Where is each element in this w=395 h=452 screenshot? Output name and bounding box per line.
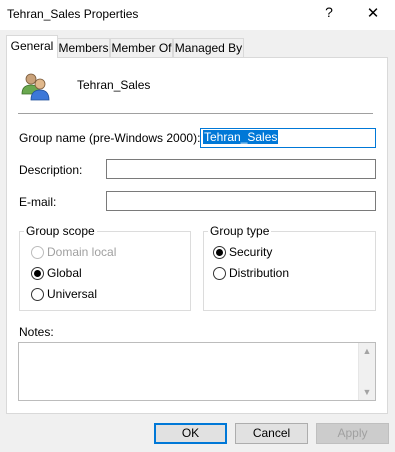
radio-label: Domain local bbox=[47, 245, 117, 259]
tab-general[interactable]: General bbox=[6, 35, 58, 58]
radio-circle bbox=[31, 266, 44, 280]
tab-managed-by[interactable]: Managed By bbox=[173, 38, 244, 58]
cancel-button[interactable]: Cancel bbox=[235, 423, 308, 444]
email-field[interactable] bbox=[106, 191, 376, 211]
apply-button[interactable]: Apply bbox=[316, 423, 389, 444]
scroll-down-icon[interactable]: ▼ bbox=[359, 384, 375, 400]
group-name-field[interactable]: Tehran_Sales bbox=[200, 128, 376, 148]
help-icon[interactable]: ? bbox=[322, 4, 336, 24]
scroll-up-icon[interactable]: ▲ bbox=[359, 343, 375, 359]
radio-security[interactable]: Security bbox=[213, 244, 272, 260]
description-field[interactable] bbox=[106, 159, 376, 179]
radio-label: Security bbox=[229, 245, 273, 259]
group-name-value: Tehran_Sales bbox=[203, 130, 279, 144]
radio-domain-local[interactable]: Domain local bbox=[31, 244, 116, 260]
radio-label: Distribution bbox=[229, 266, 290, 280]
group-scope-legend: Group scope bbox=[24, 224, 97, 238]
notes-textarea[interactable]: ▲ ▼ bbox=[18, 342, 376, 401]
radio-circle bbox=[213, 266, 226, 280]
description-label: Description: bbox=[19, 163, 83, 177]
notes-scrollbar[interactable]: ▲ ▼ bbox=[358, 343, 375, 400]
group-icon bbox=[19, 70, 51, 102]
radio-label: Universal bbox=[47, 287, 98, 301]
separator bbox=[18, 113, 373, 114]
radio-label: Global bbox=[47, 266, 82, 280]
ok-button[interactable]: OK bbox=[154, 423, 227, 444]
group-display-name: Tehran_Sales bbox=[77, 78, 151, 92]
tab-members[interactable]: Members bbox=[57, 38, 110, 58]
radio-circle bbox=[31, 245, 44, 259]
radio-circle bbox=[31, 287, 44, 301]
radio-distribution[interactable]: Distribution bbox=[213, 265, 289, 281]
notes-label: Notes: bbox=[19, 325, 54, 339]
close-icon[interactable]: ✕ bbox=[360, 2, 386, 26]
email-label: E-mail: bbox=[19, 195, 57, 209]
tab-member-of[interactable]: Member Of bbox=[110, 38, 173, 58]
group-type-legend: Group type bbox=[208, 224, 272, 238]
radio-global[interactable]: Global bbox=[31, 265, 82, 281]
window-title: Tehran_Sales Properties bbox=[7, 7, 139, 21]
group-name-label: Group name (pre-Windows 2000): bbox=[19, 131, 201, 145]
radio-universal[interactable]: Universal bbox=[31, 286, 97, 302]
radio-circle bbox=[213, 245, 226, 259]
